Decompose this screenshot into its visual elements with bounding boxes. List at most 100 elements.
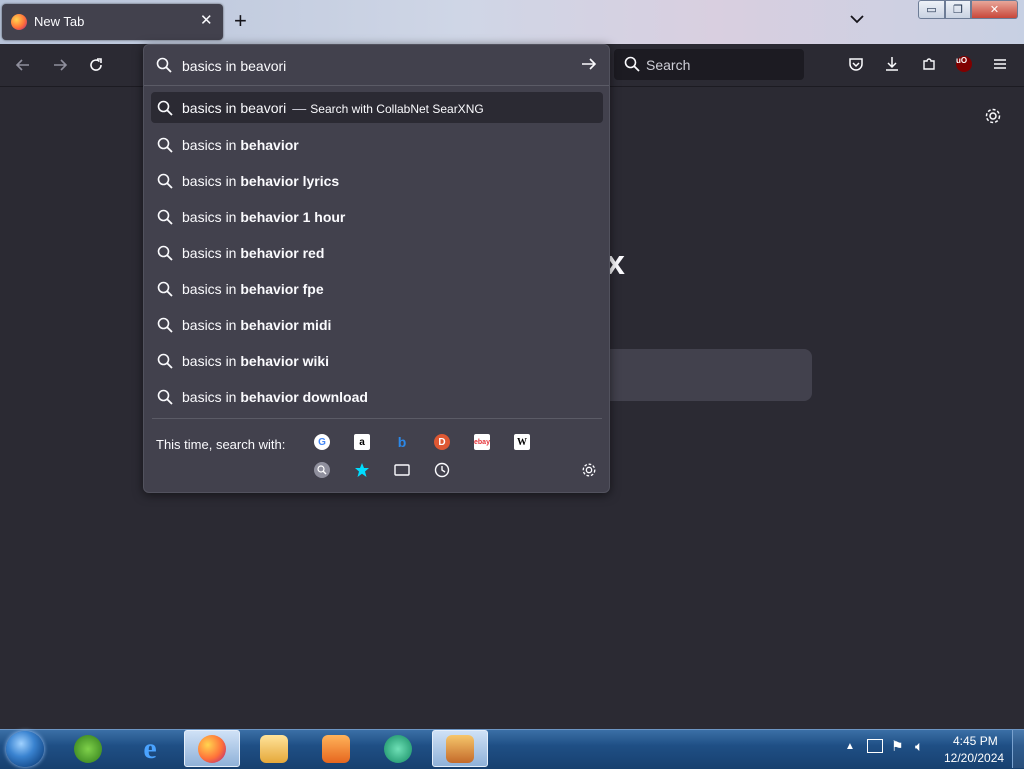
cocktail-icon xyxy=(446,734,474,763)
network-icon[interactable] xyxy=(867,739,883,753)
search-settings-button[interactable] xyxy=(581,462,597,478)
gear-icon xyxy=(582,463,596,477)
go-button[interactable] xyxy=(580,55,598,78)
suggestion-text: basics in behavior 1 hour xyxy=(182,209,345,225)
divider xyxy=(152,418,602,419)
firefox-icon xyxy=(11,14,27,30)
search-icon xyxy=(624,56,640,72)
clock-date[interactable]: 12/20/2024 xyxy=(944,751,1004,765)
suggestion-item[interactable]: basics in behavior lyrics xyxy=(151,165,603,196)
suggestion-item[interactable]: basics in beavori — Search with CollabNet … xyxy=(151,92,603,123)
bing-engine-button[interactable]: b xyxy=(394,434,410,450)
search-icon xyxy=(157,209,173,225)
window-controls: ▭ ❐ ✕ xyxy=(918,0,1020,19)
taskbar-media-player[interactable] xyxy=(308,730,364,767)
search-bar-placeholder: Search xyxy=(646,57,691,73)
start-button[interactable] xyxy=(6,731,44,767)
suggestion-completion: behavior red xyxy=(240,245,325,261)
suggestion-item[interactable]: basics in behavior midi xyxy=(151,309,603,340)
taskbar-firefox[interactable] xyxy=(184,730,240,767)
suggestion-completion: behavior lyrics xyxy=(240,173,340,189)
taskbar-internet-explorer[interactable]: e xyxy=(122,730,178,767)
show-hidden-icons-button[interactable]: ▲ xyxy=(845,741,855,752)
maximize-button[interactable]: ❐ xyxy=(945,0,971,19)
suggestion-text: basics in behavior lyrics xyxy=(182,173,339,189)
puzzle-icon xyxy=(923,58,935,70)
suggestion-item[interactable]: basics in behavior download xyxy=(151,381,603,412)
taskbar-explorer[interactable] xyxy=(246,730,302,767)
suggestion-prefix: basics in xyxy=(182,245,241,261)
google-engine-button[interactable]: G xyxy=(314,434,330,450)
history-search-button[interactable] xyxy=(434,462,450,478)
taskbar-media-center[interactable] xyxy=(60,730,116,767)
suggestion-prefix: basics in xyxy=(182,137,241,153)
show-desktop-button[interactable] xyxy=(1012,730,1024,768)
suggestion-item[interactable]: basics in behavior wiki xyxy=(151,345,603,376)
list-all-tabs-button[interactable] xyxy=(848,10,868,30)
new-tab-button[interactable]: + xyxy=(234,9,247,33)
chat-icon xyxy=(384,734,412,763)
suggestion-item[interactable]: basics in behavior fpe xyxy=(151,273,603,304)
suggestion-text: basics in beavori — Search with CollabNet … xyxy=(182,100,484,116)
download-icon xyxy=(886,57,898,71)
windows-media-icon xyxy=(74,734,102,763)
clock-time[interactable]: 4:45 PM xyxy=(953,734,998,748)
magnifier-icon xyxy=(317,465,327,475)
ublock-button[interactable]: uO xyxy=(955,55,973,73)
gear-icon xyxy=(985,108,1001,124)
tab-new-tab[interactable]: New Tab ✕ xyxy=(2,4,223,40)
urlbar-input-row[interactable]: basics in beavori xyxy=(144,45,609,86)
taskbar-app[interactable] xyxy=(432,730,488,767)
suggestion-completion: behavior xyxy=(240,137,299,153)
suggestion-action: Search with CollabNet SearXNG xyxy=(310,102,484,116)
search-icon xyxy=(157,245,173,261)
suggestion-prefix: basics in xyxy=(182,389,241,405)
bookmarks-search-button[interactable] xyxy=(354,462,370,478)
search-icon xyxy=(157,317,173,333)
downloads-button[interactable] xyxy=(883,55,901,73)
search-icon xyxy=(157,173,173,189)
media-player-icon xyxy=(322,734,350,763)
folder-icon xyxy=(260,734,288,763)
volume-muted-icon[interactable]: 🔈︎ xyxy=(915,738,923,755)
newtab-settings-button[interactable] xyxy=(984,107,1002,125)
ie-icon: e xyxy=(143,731,157,765)
suggestion-text: basics in behavior xyxy=(182,137,299,153)
taskbar-messenger[interactable] xyxy=(370,730,426,767)
suggestion-item[interactable]: basics in behavior xyxy=(151,129,603,160)
suggestion-item[interactable]: basics in behavior 1 hour xyxy=(151,201,603,232)
duckduckgo-engine-button[interactable]: D xyxy=(434,434,450,450)
reload-button[interactable] xyxy=(86,55,106,75)
back-button[interactable] xyxy=(13,55,33,75)
action-center-flag-icon[interactable]: ⚑ xyxy=(891,738,904,755)
suggestion-text: basics in behavior fpe xyxy=(182,281,324,297)
close-window-button[interactable]: ✕ xyxy=(971,0,1018,19)
urlbar-input[interactable]: basics in beavori xyxy=(182,58,286,74)
ebay-engine-button[interactable]: ebay xyxy=(474,434,490,450)
minimize-button[interactable]: ▭ xyxy=(918,0,945,19)
firefox-icon xyxy=(198,734,226,763)
suggestion-item[interactable]: basics in behavior red xyxy=(151,237,603,268)
search-bar[interactable]: Search xyxy=(614,49,804,80)
amazon-engine-button[interactable]: a xyxy=(354,434,370,450)
menu-button[interactable] xyxy=(991,55,1009,73)
tab-close-button[interactable]: ✕ xyxy=(200,12,213,30)
tab-title: New Tab xyxy=(34,14,85,29)
ublock-origin-icon: uO xyxy=(956,56,972,72)
oneoff-label: This time, search with: xyxy=(156,437,286,452)
wikipedia-engine-button[interactable]: W xyxy=(514,434,530,450)
suggestion-prefix: basics in xyxy=(182,209,241,225)
suggestion-text: basics in behavior download xyxy=(182,389,368,405)
newtab-search-box[interactable] xyxy=(608,349,812,401)
pocket-button[interactable] xyxy=(847,55,865,73)
star-icon xyxy=(355,463,369,477)
search-icon xyxy=(157,137,173,153)
tabs-search-button[interactable] xyxy=(394,462,410,478)
suggestion-completion: behavior 1 hour xyxy=(240,209,346,225)
pocket-icon xyxy=(849,58,863,71)
searxng-engine-button[interactable] xyxy=(314,462,330,478)
forward-button[interactable] xyxy=(50,55,70,75)
suggestion-text: basics in behavior red xyxy=(182,245,324,261)
search-icon xyxy=(157,389,173,405)
extensions-button[interactable] xyxy=(920,55,938,73)
